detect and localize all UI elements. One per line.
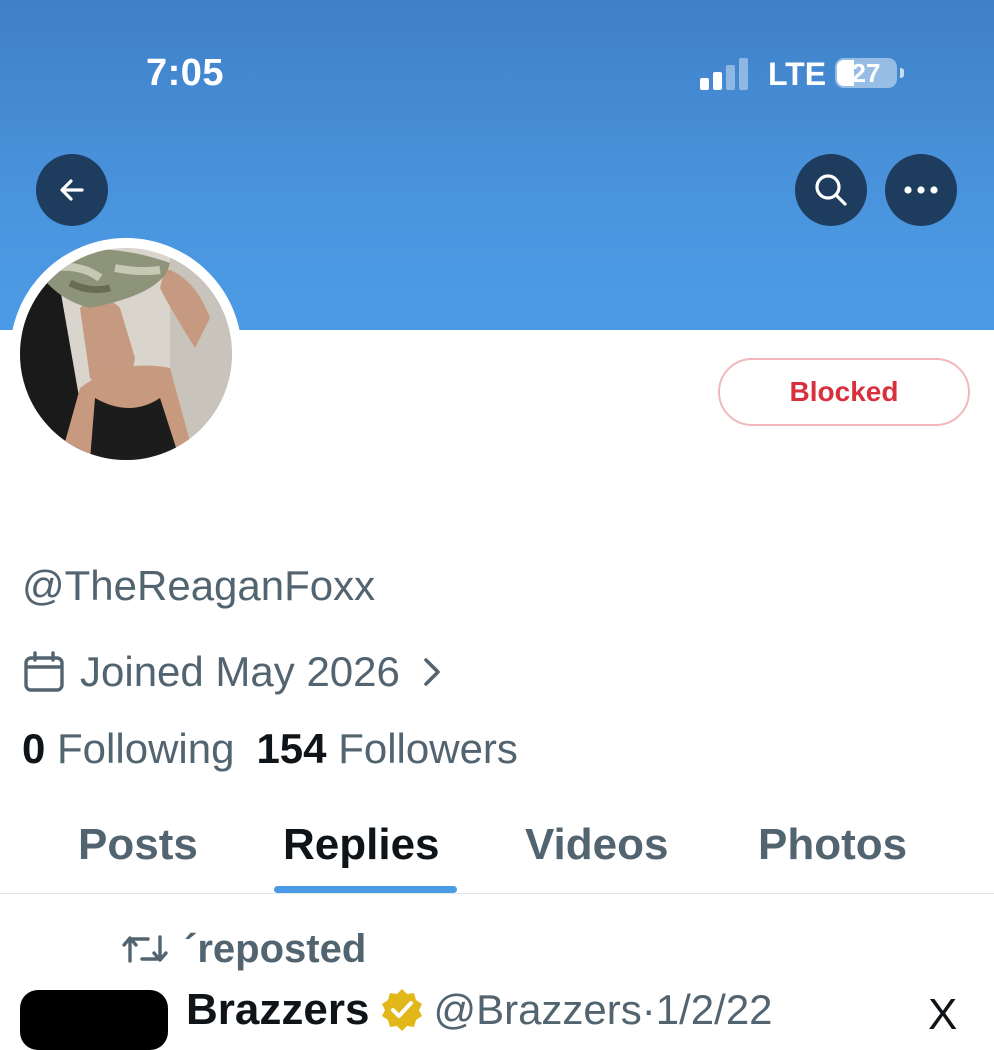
tab-replies[interactable]: Replies bbox=[283, 820, 440, 870]
repost-icon bbox=[122, 935, 168, 963]
followers-count: 154 bbox=[256, 725, 327, 772]
battery-icon: 27 bbox=[835, 58, 897, 88]
following-link[interactable]: 0 Following bbox=[22, 725, 234, 772]
battery-tip bbox=[900, 68, 904, 78]
follow-stats: 0 Following 154 Followers bbox=[22, 725, 518, 773]
post-author-avatar[interactable] bbox=[20, 990, 168, 1050]
blocked-button[interactable]: Blocked bbox=[718, 358, 970, 426]
post-author-name[interactable]: Brazzers bbox=[186, 985, 369, 1035]
repost-indicator: ´reposted bbox=[120, 924, 366, 974]
active-tab-indicator bbox=[274, 886, 457, 893]
profile-avatar[interactable] bbox=[10, 238, 242, 470]
tabs-divider bbox=[0, 893, 994, 894]
x-logo-icon: X bbox=[928, 990, 958, 1039]
battery-level: 27 bbox=[851, 58, 881, 88]
profile-tabs: Posts Replies Videos Photos bbox=[0, 810, 994, 894]
joined-date-row[interactable]: Joined May 2026 bbox=[22, 645, 442, 699]
arrow-left-icon bbox=[60, 179, 84, 201]
tab-posts[interactable]: Posts bbox=[78, 820, 198, 870]
followers-label: Followers bbox=[338, 725, 518, 772]
post-header: Brazzers @Brazzers·1/2/22 bbox=[186, 980, 773, 1040]
chevron-right-icon bbox=[424, 658, 440, 686]
following-count: 0 bbox=[22, 725, 46, 772]
more-horizontal-icon bbox=[904, 186, 938, 194]
back-button[interactable] bbox=[36, 154, 108, 226]
status-time: 7:05 bbox=[146, 52, 225, 94]
calendar-icon bbox=[24, 651, 64, 692]
search-icon bbox=[815, 174, 847, 206]
profile-handle: @TheReaganFoxx bbox=[22, 562, 376, 609]
verified-badge-icon bbox=[382, 989, 423, 1031]
joined-date-text: Joined May 2026 bbox=[80, 648, 400, 695]
more-options-button[interactable] bbox=[885, 154, 957, 226]
following-label: Following bbox=[57, 725, 235, 772]
post-handle-date: @Brazzers·1/2/22 bbox=[433, 986, 773, 1033]
avatar-photo bbox=[20, 248, 232, 460]
tab-videos[interactable]: Videos bbox=[525, 820, 668, 870]
repost-label: ´reposted bbox=[184, 926, 367, 971]
tab-photos[interactable]: Photos bbox=[758, 820, 907, 870]
network-type: LTE bbox=[768, 56, 827, 92]
signal-strength-icon bbox=[700, 58, 748, 90]
followers-link[interactable]: 154 Followers bbox=[256, 725, 517, 772]
search-button[interactable] bbox=[795, 154, 867, 226]
